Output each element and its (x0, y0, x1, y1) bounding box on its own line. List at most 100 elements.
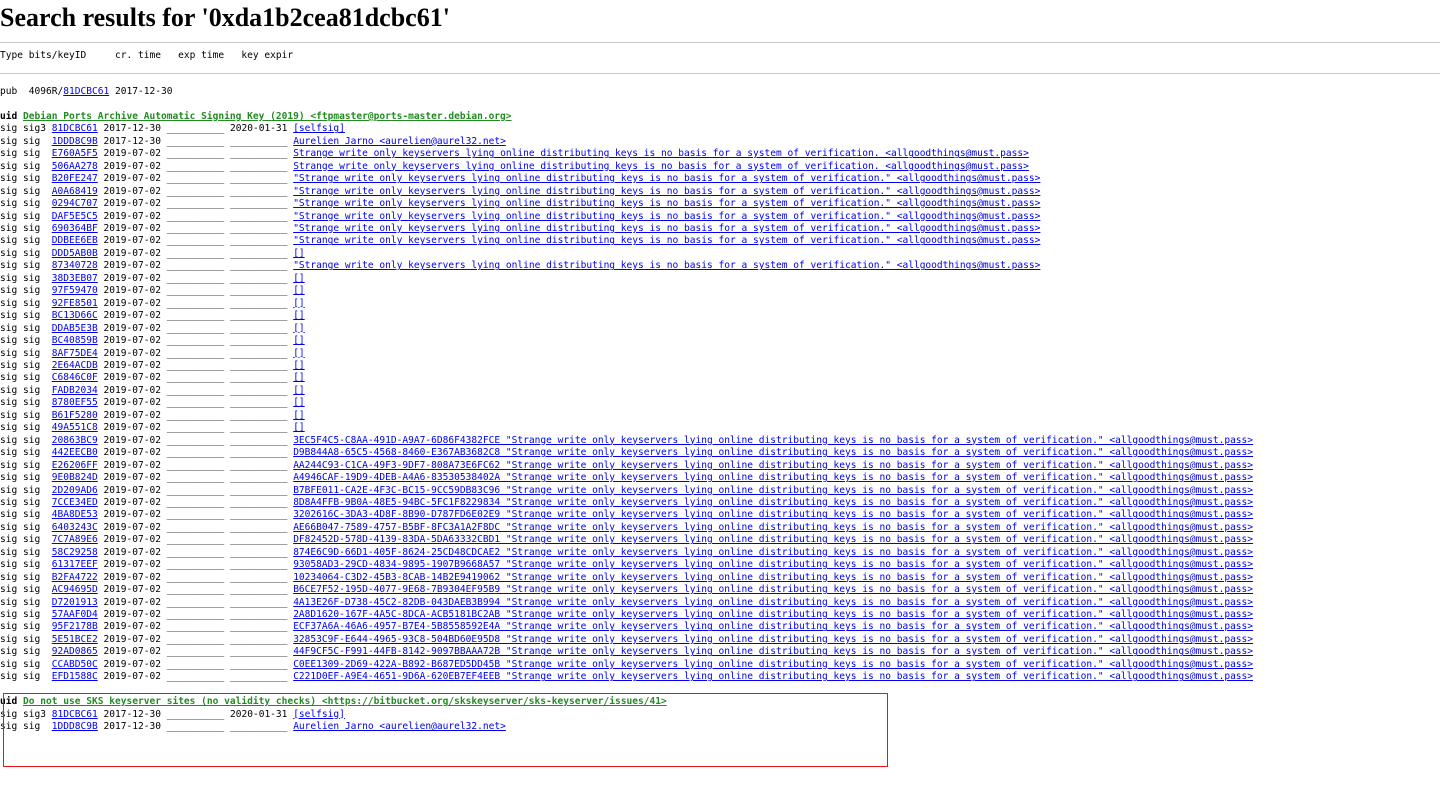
sig-keyid-link[interactable]: 442EECB0 (52, 447, 98, 458)
sig-keyid-link[interactable]: BC13D66C (52, 310, 98, 321)
sig-uid-link[interactable]: [] (293, 248, 305, 259)
sig-keyid-link[interactable]: 61317EEF (52, 559, 98, 570)
sig-uid-link[interactable]: B6CE7F52-195D-4077-9E68-7B9304EF95B9 "St… (293, 584, 1253, 595)
sig-uid-link[interactable]: [] (293, 410, 305, 421)
sig-keyid-link[interactable]: 5E51BCE2 (52, 634, 98, 645)
sig-uid-link[interactable]: AA244C93-C1CA-49F3-9DF7-808A73E6FC62 "St… (293, 460, 1253, 471)
sig-keyid-link[interactable]: 2D209AD6 (52, 485, 98, 496)
sig-uid-link[interactable]: [selfsig] (293, 709, 345, 720)
sig-uid-link[interactable]: 93058AD3-29CD-4834-9895-1907B9668A57 "St… (293, 559, 1253, 570)
sig-keyid-link[interactable]: B20FE247 (52, 173, 98, 184)
sig-keyid-link[interactable]: 1DDD8C9B (52, 721, 98, 732)
sig-uid-link[interactable]: [] (293, 335, 305, 346)
sig-keyid-link[interactable]: CCABD50C (52, 659, 98, 670)
sig-uid-link[interactable]: ECF37A6A-46A6-4957-B7E4-5B8558592E4A "St… (293, 621, 1253, 632)
sig-uid-link[interactable]: "Strange write only keyservers lying onl… (293, 173, 1040, 184)
sig-uid-link[interactable]: "Strange write only keyservers lying onl… (293, 260, 1040, 271)
sig-keyid-link[interactable]: 92AD0865 (52, 646, 98, 657)
sig-uid-link[interactable]: Strange write only keyservers lying onli… (293, 148, 1029, 159)
sig-keyid-link[interactable]: D7201913 (52, 597, 98, 608)
sig-keyid-link[interactable]: 81DCBC61 (52, 123, 98, 134)
sig-uid-link[interactable]: "Strange write only keyservers lying onl… (293, 186, 1040, 197)
sig-uid-link[interactable]: 44F9CF5C-F991-44FB-8142-9097BBAAA72B "St… (293, 646, 1253, 657)
sig-uid-link[interactable]: Aurelien Jarno <aurelien@aurel32.net> (293, 721, 506, 732)
sig-uid-link[interactable]: [] (293, 298, 305, 309)
sig-keyid-link[interactable]: B2FA4722 (52, 572, 98, 583)
sig-uid-link[interactable]: 8D8A4FFB-9B0A-48E5-94BC-5FC1F8229834 "St… (293, 497, 1253, 508)
sig-uid-link[interactable]: 4A13E26F-D738-45C2-82DB-043DAEB3B994 "St… (293, 597, 1253, 608)
sig-keyid-link[interactable]: 4BA8DE53 (52, 509, 98, 520)
sig-uid-link[interactable]: 3EC5F4C5-C8AA-491D-A9A7-6D86F4382FCE "St… (293, 435, 1253, 446)
sig-keyid-link[interactable]: 57AAF0D4 (52, 609, 98, 620)
sig-keyid-link[interactable]: E760A5F5 (52, 148, 98, 159)
sig-keyid-link[interactable]: 92FE8501 (52, 298, 98, 309)
sig-keyid-link[interactable]: 7C7A89E6 (52, 534, 98, 545)
sig-keyid-link[interactable]: 690364BF (52, 223, 98, 234)
sig-keyid-link[interactable]: 8AF75DE4 (52, 348, 98, 359)
uid-label-link[interactable]: Debian Ports Archive Automatic Signing K… (23, 111, 512, 122)
sig-keyid-link[interactable]: DDD5AB0B (52, 248, 98, 259)
sig-uid-link[interactable]: [] (293, 273, 305, 284)
sig-exp-blank: __________ (229, 397, 288, 409)
sig-type: sig (23, 285, 41, 297)
sig-uid-link[interactable]: [selfsig] (293, 123, 345, 134)
uid-label-link[interactable]: Do not use SKS keyserver sites (no valid… (23, 696, 667, 707)
sig-uid-link[interactable]: A4946CAF-19D9-4DEB-A4A6-83530538402A "St… (293, 472, 1253, 483)
pub-keyid-link[interactable]: 81DCBC61 (63, 86, 109, 97)
sig-keyid-link[interactable]: B61F5280 (52, 410, 98, 421)
sig-keyid-link[interactable]: 8780EF55 (52, 397, 98, 408)
sig-uid-link[interactable]: [] (293, 348, 305, 359)
sig-uid-link[interactable]: C221D0EF-A9E4-4651-9D6A-620EB7EF4EEB "St… (293, 671, 1253, 682)
sig-uid-link[interactable]: AE66B047-7589-4757-B5BF-8FC3A1A2F8DC "St… (293, 522, 1253, 533)
sig-keyid-link[interactable]: 38D3EB07 (52, 273, 98, 284)
sig-uid-link[interactable]: [] (293, 360, 305, 371)
sig-keyid-link[interactable]: 7CCE34ED (52, 497, 98, 508)
sig-uid-link[interactable]: 3202616C-3DA3-4D8F-8B90-D787FD6E02E9 "St… (293, 509, 1253, 520)
sig-keyid-link[interactable]: E26206FF (52, 460, 98, 471)
sig-keyid-link[interactable]: 49A551C8 (52, 422, 98, 433)
sig-uid-link[interactable]: "Strange write only keyservers lying onl… (293, 198, 1040, 209)
sig-keyid-link[interactable]: AC94695D (52, 584, 98, 595)
sig-row: sig sig BC40859B 2019-07-02 __________ _… (0, 335, 305, 346)
sig-keyid-link[interactable]: FADB2034 (52, 385, 98, 396)
sig-uid-link[interactable]: [] (293, 385, 305, 396)
sig-uid-link[interactable]: Aurelien Jarno <aurelien@aurel32.net> (293, 136, 506, 147)
sig-uid-link[interactable]: C0EE1309-2D69-422A-B892-B687ED5DD45B "St… (293, 659, 1253, 670)
sig-keyid-link[interactable]: 2E64ACDB (52, 360, 98, 371)
sig-uid-link[interactable]: [] (293, 372, 305, 383)
sig-keyid-link[interactable]: 9E0B824D (52, 472, 98, 483)
sig-uid-link[interactable]: [] (293, 310, 305, 321)
sig-keyid-link[interactable]: 58C29258 (52, 547, 98, 558)
sig-uid-link[interactable]: [] (293, 285, 305, 296)
sig-uid-link[interactable]: "Strange write only keyservers lying onl… (293, 235, 1040, 246)
sig-keyid-link[interactable]: 97F59470 (52, 285, 98, 296)
sig-keyid-link[interactable]: BC40859B (52, 335, 98, 346)
sig-uid-link[interactable]: 32853C9F-E644-4965-93C8-504BD60E95D8 "St… (293, 634, 1253, 645)
sig-keyid-link[interactable]: C6846C0F (52, 372, 98, 383)
sig-uid-link[interactable]: 874E6C9D-66D1-405F-8624-25CD48CDCAE2 "St… (293, 547, 1253, 558)
sig-keyid-link[interactable]: DDBEE6EB (52, 235, 98, 246)
sig-uid-link[interactable]: [] (293, 323, 305, 334)
sig-uid-link[interactable]: 10234064-C3D2-45B3-8CAB-14B2E9419062 "St… (293, 572, 1253, 583)
sig-uid-link[interactable]: "Strange write only keyservers lying onl… (293, 211, 1040, 222)
sig-uid-link[interactable]: B7BFE011-CA2E-4F3C-BC15-9CC59DB83C96 "St… (293, 485, 1253, 496)
sig-keyid-link[interactable]: 87340728 (52, 260, 98, 271)
sig-uid-link[interactable]: Strange write only keyservers lying onli… (293, 161, 1029, 172)
sig-keyid-link[interactable]: 20863BC9 (52, 435, 98, 446)
sig-keyid-link[interactable]: 81DCBC61 (52, 709, 98, 720)
sig-uid-link[interactable]: DF82452D-578D-4139-83DA-5DA63332CBD1 "St… (293, 534, 1253, 545)
sig-uid-link[interactable]: [] (293, 422, 305, 433)
sig-keyid-link[interactable]: 506AA278 (52, 161, 98, 172)
sig-keyid-link[interactable]: DDAB5E3B (52, 323, 98, 334)
sig-keyid-link[interactable]: A0A68419 (52, 186, 98, 197)
sig-keyid-link[interactable]: EFD1588C (52, 671, 98, 682)
sig-keyid-link[interactable]: 1DDD8C9B (52, 136, 98, 147)
sig-keyid-link[interactable]: 95F2178B (52, 621, 98, 632)
sig-keyid-link[interactable]: 6403243C (52, 522, 98, 533)
sig-uid-link[interactable]: 2A8D1620-167F-4A5C-8DCA-ACB5181BC2AB "St… (293, 609, 1253, 620)
sig-uid-link[interactable]: D9B844A8-65C5-4568-8460-E367AB3682C8 "St… (293, 447, 1253, 458)
sig-uid-link[interactable]: "Strange write only keyservers lying onl… (293, 223, 1040, 234)
sig-uid-link[interactable]: [] (293, 397, 305, 408)
sig-keyid-link[interactable]: DAF5E5C5 (52, 211, 98, 222)
sig-keyid-link[interactable]: 0294C707 (52, 198, 98, 209)
